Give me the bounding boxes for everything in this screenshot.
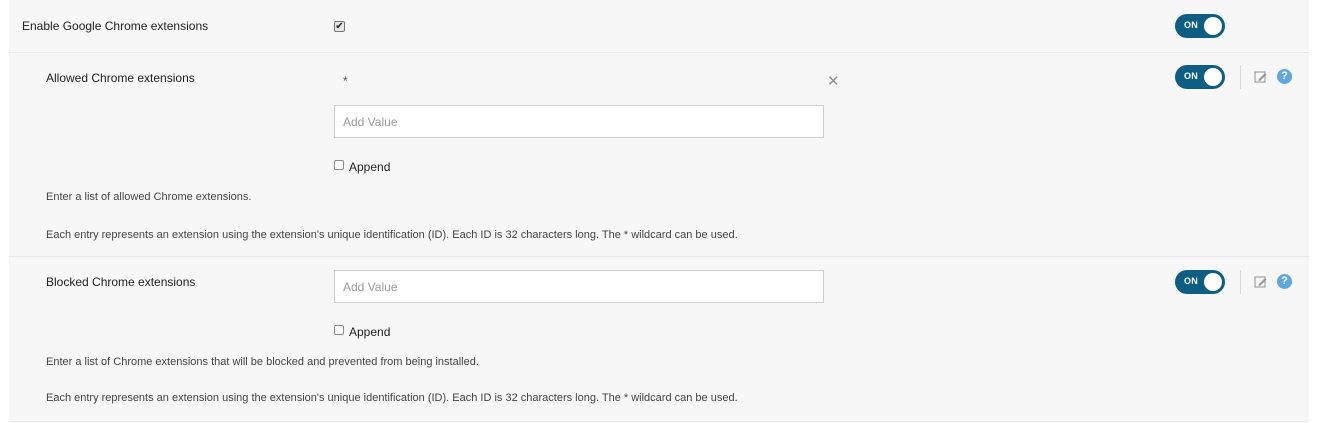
allowed-append-label: Append [349, 160, 391, 174]
enable-extensions-row: Enable Google Chrome extensions ✔ ON [9, 0, 1309, 53]
toggle-on-label: ON [1184, 71, 1198, 81]
blocked-help-text-1: Enter a list of Chrome extensions that w… [46, 356, 479, 368]
checkmark-icon: ✔ [335, 21, 344, 32]
blocked-add-value-input[interactable] [334, 270, 824, 303]
edit-icon[interactable] [1254, 275, 1268, 289]
toggle-on-label: ON [1184, 276, 1198, 286]
allowed-append-checkbox[interactable] [334, 160, 344, 170]
allowed-extensions-toggle[interactable]: ON [1175, 65, 1225, 89]
allowed-help-text-1: Enter a list of allowed Chrome extension… [46, 191, 252, 203]
blocked-extensions-toggle[interactable]: ON [1175, 270, 1225, 294]
toggle-knob [1204, 273, 1222, 291]
blocked-append-checkbox[interactable] [334, 325, 344, 335]
close-icon[interactable]: ✕ [827, 74, 840, 89]
blocked-help-text-2: Each entry represents an extension using… [46, 392, 738, 404]
allowed-add-value-input[interactable] [334, 105, 824, 138]
allowed-value-item: * [343, 74, 348, 88]
help-icon[interactable]: ? [1277, 274, 1292, 289]
edit-icon[interactable] [1254, 70, 1268, 84]
toggle-knob [1204, 17, 1222, 35]
divider [1240, 65, 1241, 89]
allowed-extensions-row: Allowed Chrome extensions * ✕ Append Ent… [9, 53, 1309, 257]
enable-extensions-label: Enable Google Chrome extensions [22, 19, 209, 33]
enable-extensions-checkbox[interactable]: ✔ [334, 21, 345, 32]
toggle-on-label: ON [1184, 20, 1198, 30]
toggle-knob [1204, 68, 1222, 86]
enable-extensions-toggle[interactable]: ON [1175, 14, 1225, 38]
help-icon[interactable]: ? [1277, 69, 1292, 84]
blocked-extensions-label: Blocked Chrome extensions [46, 275, 196, 289]
allowed-help-text-2: Each entry represents an extension using… [46, 229, 738, 241]
divider [1240, 270, 1241, 294]
blocked-append-label: Append [349, 325, 391, 339]
allowed-extensions-label: Allowed Chrome extensions [46, 71, 195, 85]
blocked-extensions-row: Blocked Chrome extensions Append Enter a… [9, 257, 1309, 422]
